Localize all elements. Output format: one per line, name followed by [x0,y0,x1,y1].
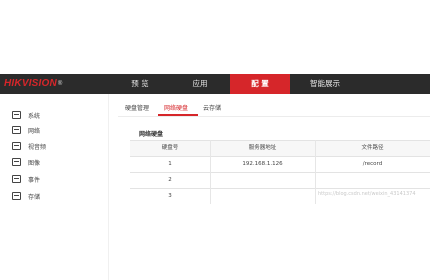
table-cell-disk-no: 1 [168,161,172,167]
nav-application[interactable]: 应用 [170,74,230,94]
sidebar-item-label: 网络 [28,127,41,135]
watermark: https://blog.csdn.net/weixin_43141374 [318,191,416,197]
image-icon [12,158,21,166]
column-header-file-path: 文件路径 [361,145,384,151]
sidebar-item-label: 存储 [28,193,41,201]
table-cell-server-address[interactable] [210,188,315,204]
sidebar-item-event[interactable]: 事件 [12,173,40,185]
table-cell-disk-no: 3 [168,193,172,199]
nav-preview[interactable]: 预 览 [110,74,170,94]
table-cell-file-path[interactable] [315,172,430,188]
sidebar-item-label: 图像 [28,159,41,167]
tab-cloud-storage[interactable]: 云存储 [203,103,221,115]
tab-divider [118,116,430,117]
sidebar-item-image[interactable]: 图像 [12,156,40,168]
column-header-server-address: 服务器地址 [248,145,277,151]
sidebar-item-storage[interactable]: 存储 [12,190,40,202]
monitor-icon [12,111,21,119]
sidebar-item-label: 事件 [28,176,41,184]
network-icon [12,126,21,134]
sidebar-item-label: 系统 [28,112,41,120]
sidebar-item-system[interactable]: 系统 [12,109,40,121]
sidebar-item-network[interactable]: 网络 [12,124,40,136]
table-cell-server-address[interactable]: 192.168.1.126 [210,156,315,172]
calendar-icon [12,175,21,183]
section-title: 网络硬盘 [139,131,164,138]
sidebar-item-label: 视音频 [28,143,47,151]
nav-configuration[interactable]: 配 置 [230,74,290,94]
sidebar-item-video-audio[interactable]: 视音频 [12,140,46,152]
tab-disk-management[interactable]: 硬盘管理 [125,103,149,115]
hikvision-logo: HIKVISION® [4,78,63,89]
sidebar: 系统 网络 视音频 图像 事件 存储 [0,94,109,280]
table-cell-server-address[interactable] [210,172,315,188]
storage-icon [12,192,21,200]
column-header-disk-no: 硬盘号 [161,145,179,151]
top-nav-bar: HIKVISION® 预 览 应用 配 置 智能展示 [0,74,430,94]
table-cell-file-path[interactable]: /record [315,156,430,172]
video-icon [12,142,21,150]
nav-smart-display[interactable]: 智能展示 [290,74,360,94]
table-cell-disk-no: 2 [168,177,172,183]
